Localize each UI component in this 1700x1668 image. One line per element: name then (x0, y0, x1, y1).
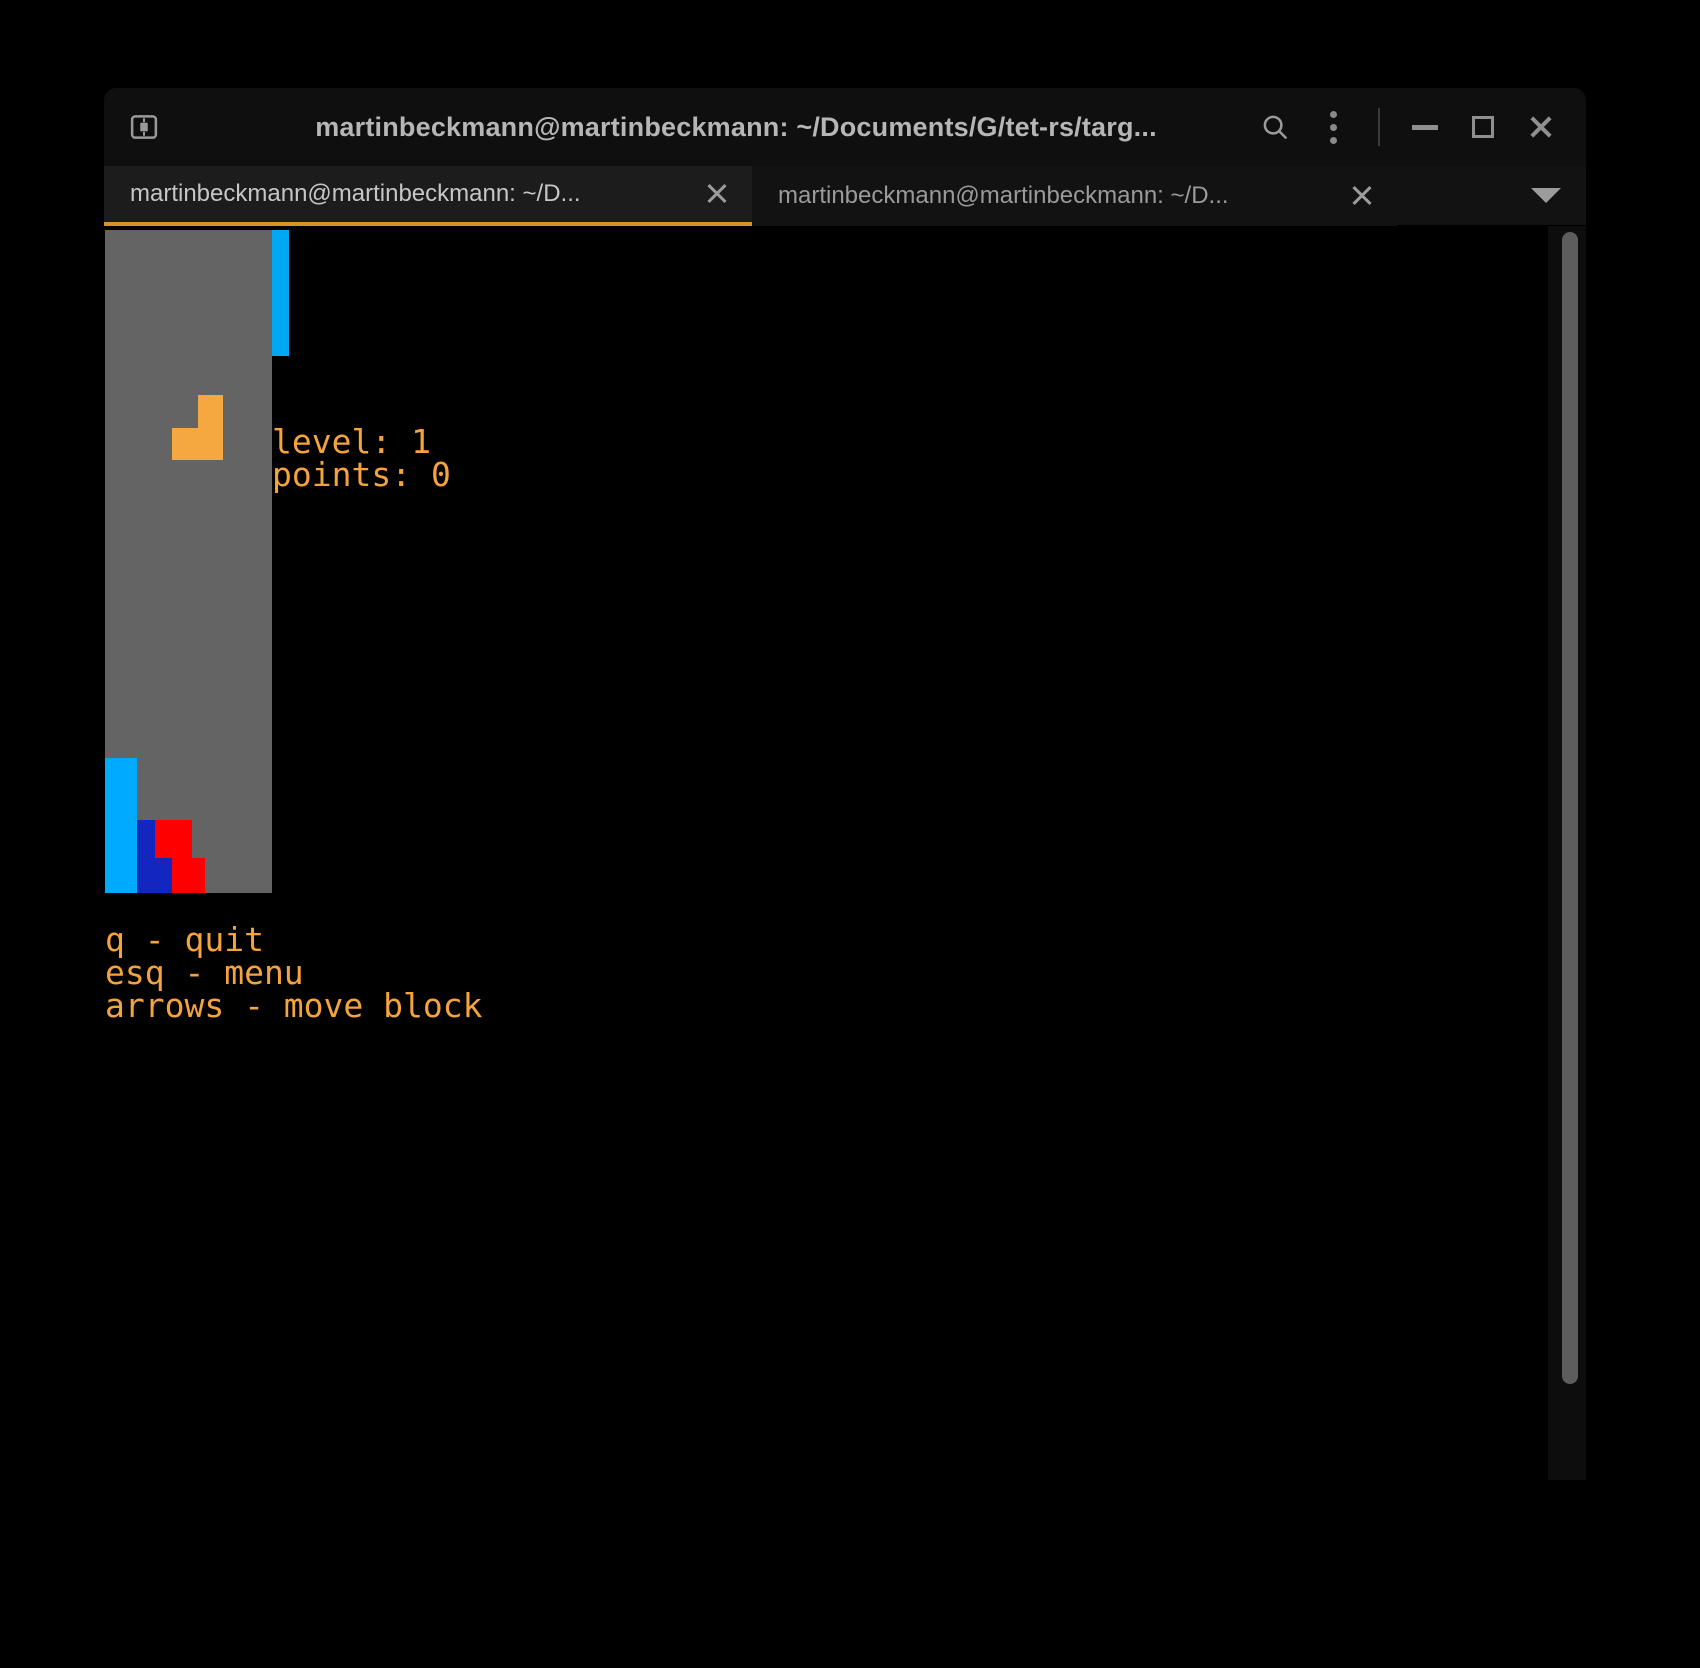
status-points: points: 0 (272, 455, 451, 494)
tab-bar: martinbeckmann@martinbeckmann: ~/D... ma… (104, 166, 1586, 226)
stack-blue-a (137, 820, 155, 858)
minimize-button[interactable] (1396, 98, 1454, 156)
screen-root: martinbeckmann@martinbeckmann: ~/Documen… (0, 0, 1700, 1668)
scrollbar-thumb[interactable] (1562, 232, 1578, 1384)
title-bar-divider (1378, 108, 1380, 146)
maximize-button[interactable] (1454, 98, 1512, 156)
active-i-piece (272, 230, 289, 356)
maximize-icon (1472, 116, 1494, 138)
next-j-piece-b (172, 428, 223, 460)
terminal-body[interactable]: level: 1 points: 0 q - quit esq - menu a… (104, 226, 1586, 1480)
title-bar: martinbeckmann@martinbeckmann: ~/Documen… (104, 88, 1586, 166)
close-icon (1528, 114, 1554, 140)
scrollbar-track[interactable] (1548, 226, 1586, 1480)
chevron-down-icon (1531, 188, 1561, 203)
close-button[interactable] (1512, 98, 1570, 156)
menu-kebab-icon[interactable] (1304, 98, 1362, 156)
tab-0[interactable]: martinbeckmann@martinbeckmann: ~/D... (104, 166, 752, 226)
tab-bar-filler (1397, 166, 1506, 225)
tab-1[interactable]: martinbeckmann@martinbeckmann: ~/D... (752, 166, 1397, 226)
tab-1-label: martinbeckmann@martinbeckmann: ~/D... (778, 182, 1229, 209)
kebab-dots (1329, 110, 1337, 144)
stack-red-b (172, 858, 205, 893)
tab-0-label: martinbeckmann@martinbeckmann: ~/D... (130, 180, 581, 207)
window-title: martinbeckmann@martinbeckmann: ~/Documen… (315, 111, 1157, 142)
title-bar-controls (1246, 98, 1586, 156)
terminal-window: martinbeckmann@martinbeckmann: ~/Documen… (104, 88, 1586, 1480)
help-line-2: arrows - move block (105, 986, 483, 1025)
stack-red-a (155, 820, 192, 858)
terminal-icon (122, 105, 166, 149)
tab-list-dropdown[interactable] (1506, 166, 1586, 225)
tab-1-close-icon[interactable] (1345, 179, 1379, 213)
search-icon[interactable] (1246, 98, 1304, 156)
tab-0-close-icon[interactable] (700, 177, 734, 211)
minimize-icon (1412, 124, 1438, 130)
stack-i-piece (105, 758, 137, 893)
